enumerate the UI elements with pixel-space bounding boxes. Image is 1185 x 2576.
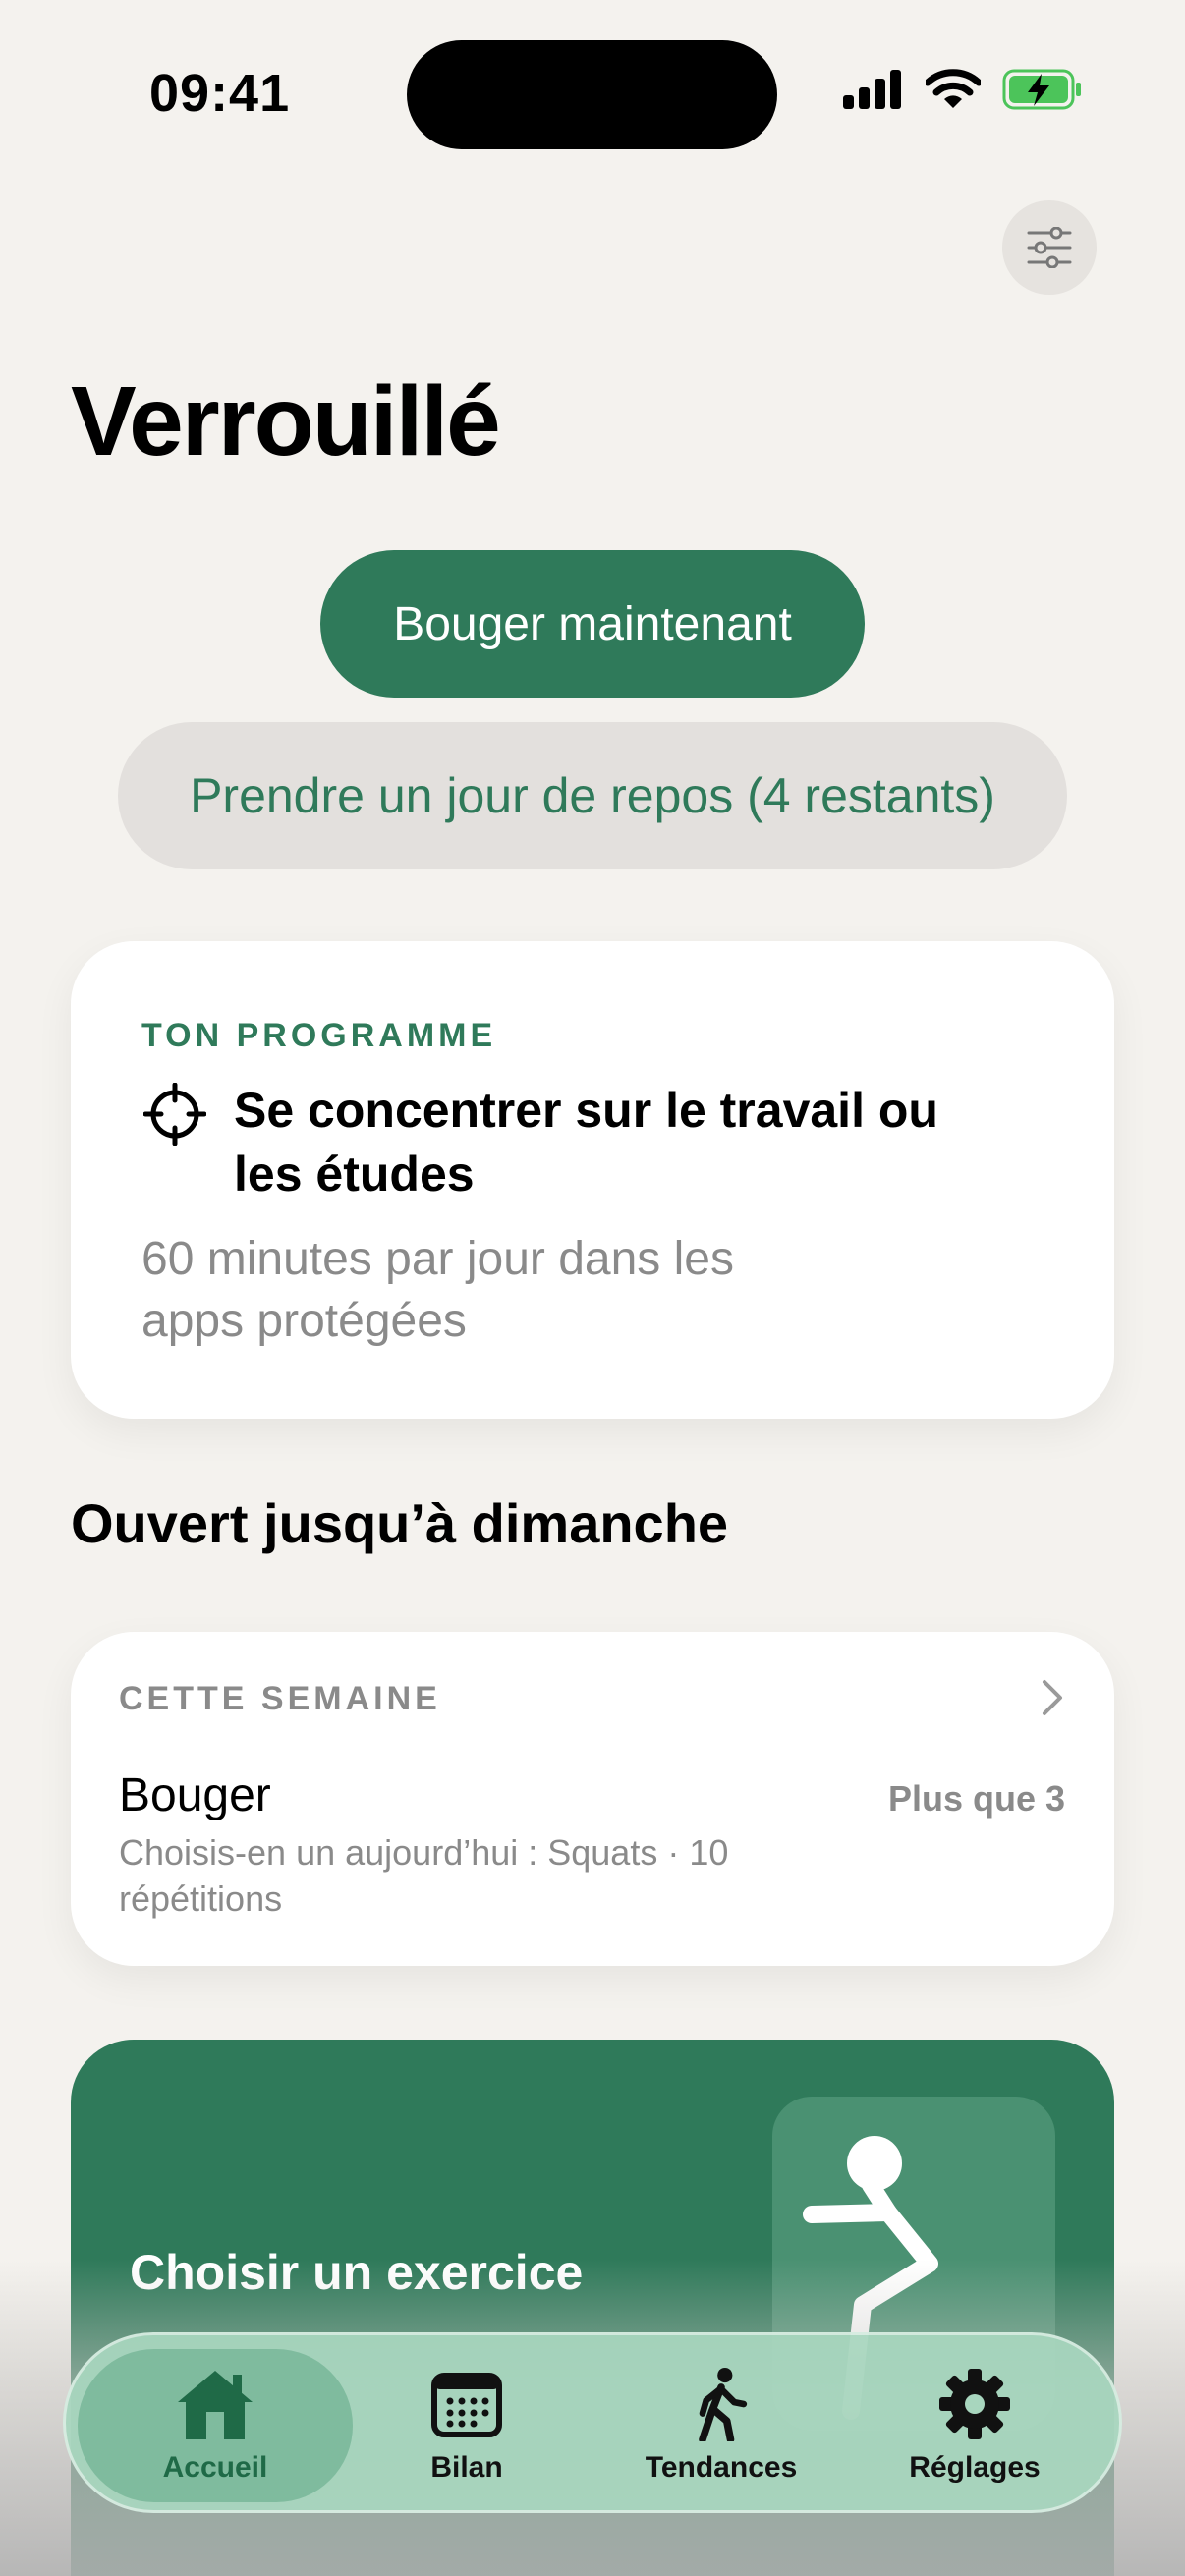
move-now-button[interactable]: Bouger maintenant: [320, 550, 865, 698]
chevron-right-icon[interactable]: [1040, 1678, 1065, 1717]
program-title: Se concentrer sur le travail ou les étud…: [234, 1083, 938, 1202]
tab-bar: Accueil Bilan Tendances Réglages: [63, 2332, 1122, 2513]
program-description: 60 minutes par jour dans les apps protég…: [141, 1233, 734, 1347]
tab-settings-label: Réglages: [909, 2451, 1041, 2484]
sliders-icon: [1027, 227, 1072, 268]
battery-charging-icon: [1002, 69, 1081, 110]
week-title: Bouger: [119, 1769, 271, 1821]
tab-summary[interactable]: Bilan: [344, 2349, 590, 2502]
cellular-signal-icon: [843, 70, 901, 109]
tab-home-label: Accueil: [162, 2451, 268, 2484]
status-time: 09:41: [149, 64, 291, 123]
open-until-heading: Ouvert jusqu’à dimanche: [71, 1492, 729, 1554]
tab-trends-label: Tendances: [645, 2451, 798, 2484]
rest-day-button[interactable]: Prendre un jour de repos (4 restants): [118, 722, 1067, 869]
gear-icon: [939, 2369, 1010, 2439]
week-description: Choisis-en un aujourd’hui : Squats · 10 …: [119, 1832, 729, 1919]
tab-summary-label: Bilan: [430, 2451, 503, 2484]
dynamic-island: [407, 40, 777, 149]
tab-settings[interactable]: Réglages: [852, 2349, 1098, 2502]
page-title: Verrouillé: [71, 366, 501, 476]
status-icons: [843, 69, 1083, 110]
filter-settings-button[interactable]: [1002, 200, 1097, 295]
week-label: CETTE SEMAINE: [119, 1680, 441, 1717]
calendar-icon: [431, 2373, 502, 2437]
program-label: TON PROGRAMME: [141, 1017, 497, 1054]
walking-icon: [699, 2367, 748, 2441]
week-remaining-count: Plus que 3: [887, 1778, 1065, 1819]
wifi-icon: [926, 69, 981, 108]
tab-home[interactable]: Accueil: [78, 2349, 353, 2502]
target-icon: [143, 1083, 206, 1146]
tab-trends[interactable]: Tendances: [598, 2349, 844, 2502]
home-icon: [178, 2371, 253, 2439]
